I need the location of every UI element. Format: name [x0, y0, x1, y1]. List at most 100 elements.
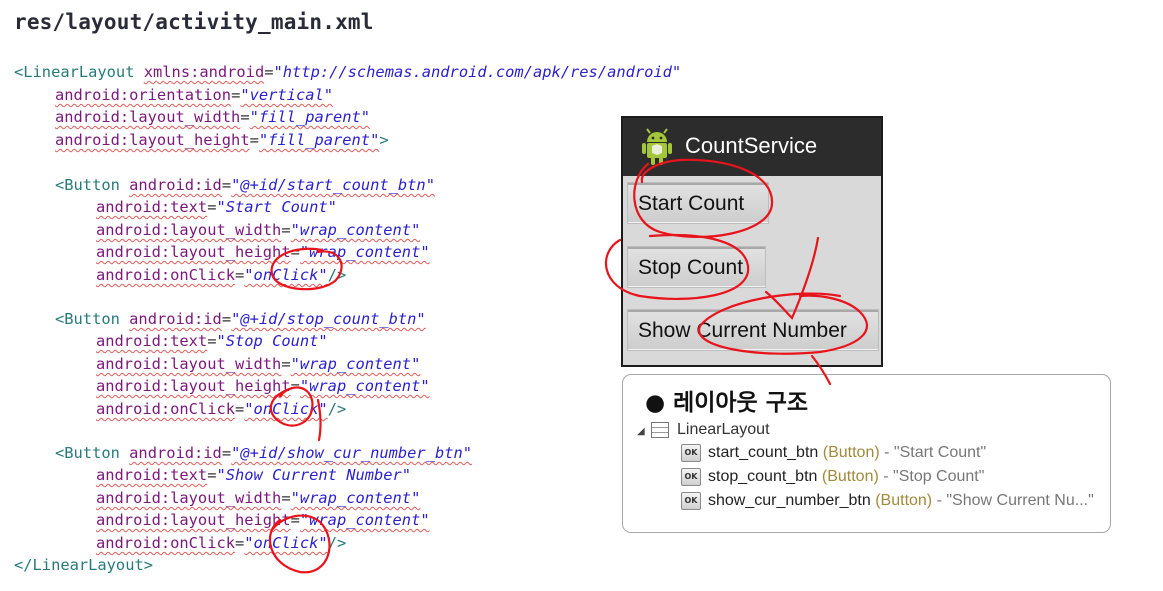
tree-item-text: - "Stop Count"	[878, 468, 985, 486]
equals: =	[235, 534, 245, 552]
attr-name: android:onClick	[96, 400, 235, 418]
equals: =	[290, 511, 300, 529]
attr-value: "wrap_content"	[299, 243, 430, 261]
attr-value: "wrap_content"	[290, 489, 421, 507]
tree-item-name: stop_count_btn	[708, 468, 818, 486]
button-widget-icon: OK	[681, 444, 701, 462]
equals: =	[249, 131, 259, 149]
attr-value: "onClick"	[244, 266, 328, 284]
stop-count-button[interactable]: Stop Count	[627, 246, 766, 288]
attr-value: "wrap_content"	[299, 511, 430, 529]
attr-name: android:id	[129, 444, 222, 462]
tag-close: />	[327, 534, 347, 552]
attr-value: "http://schemas.android.com/apk/res/andr…	[273, 63, 682, 81]
code-line-button-open: <Button android:id="@+id/show_cur_number…	[55, 443, 472, 463]
attr-value: "@+id/start_count_btn"	[231, 176, 435, 194]
tree-item-name: start_count_btn	[708, 444, 819, 462]
attr-name: android:text	[96, 466, 208, 484]
tree-item[interactable]: OK show_cur_number_btn (Button) - "Show C…	[681, 492, 1094, 510]
code-line: android:layout_width="wrap_content"	[96, 354, 420, 374]
tag-name: </LinearLayout>	[14, 556, 153, 574]
code-line: android:orientation="vertical"	[55, 85, 333, 105]
code-line-root-open: <LinearLayout xmlns:android="http://sche…	[14, 62, 681, 82]
attr-value: "@+id/stop_count_btn"	[231, 310, 426, 328]
attr-name: android:layout_height	[96, 511, 291, 529]
attr-value: "vertical"	[240, 86, 334, 104]
attr-value: "Stop Count"	[216, 332, 328, 350]
code-line: android:text="Stop Count"	[96, 331, 328, 351]
attr-value: "Show Current Number"	[216, 466, 412, 484]
file-title: res/layout/activity_main.xml	[14, 10, 374, 34]
code-line: android:text="Show Current Number"	[96, 465, 411, 485]
action-bar: CountService	[623, 118, 881, 176]
tree-item-text: - "Show Current Nu..."	[932, 492, 1094, 510]
code-line: android:layout_height="wrap_content"	[96, 376, 430, 396]
code-line-root-close: </LinearLayout>	[14, 555, 153, 575]
equals: =	[235, 266, 245, 284]
code-line: android:onClick="onClick"/>	[96, 265, 346, 285]
attr-name: android:layout_width	[96, 355, 282, 373]
tree-item-name: show_cur_number_btn	[708, 492, 871, 510]
code-line-button-open: <Button android:id="@+id/start_count_btn…	[55, 175, 435, 195]
attr-value: "wrap_content"	[299, 377, 430, 395]
attr-name: android:layout_width	[55, 108, 241, 126]
equals: =	[240, 108, 250, 126]
tag-name: <Button	[55, 444, 120, 462]
tree-root-linearlayout[interactable]: ◢ LinearLayout	[637, 421, 770, 439]
tag-name: <Button	[55, 310, 120, 328]
tag-name: <Button	[55, 176, 120, 194]
tree-item-type: (Button)	[875, 492, 933, 510]
attr-name: android:text	[96, 332, 208, 350]
tree-item[interactable]: OK start_count_btn (Button) - "Start Coun…	[681, 444, 986, 462]
code-line: android:layout_height="wrap_content"	[96, 242, 430, 262]
button-widget-icon: OK	[681, 492, 701, 510]
tag-close: >	[379, 131, 389, 149]
equals: =	[281, 355, 291, 373]
attr-value: "fill_parent"	[258, 131, 380, 149]
phone-preview: CountService Start Count Stop Count Show…	[621, 116, 883, 367]
code-line: android:layout_width="fill_parent"	[55, 107, 370, 127]
equals: =	[231, 86, 241, 104]
attr-value: "onClick"	[244, 534, 328, 552]
android-app-icon	[642, 128, 672, 165]
tag-close: />	[327, 266, 347, 284]
code-line: android:layout_width="wrap_content"	[96, 220, 420, 240]
tag-close: />	[327, 400, 347, 418]
collapse-arrow-icon[interactable]: ◢	[637, 426, 651, 437]
code-line: android:onClick="onClick"/>	[96, 533, 346, 553]
attr-name: android:id	[129, 310, 222, 328]
attr-name: xmlns:android	[143, 63, 265, 81]
attr-value: "onClick"	[244, 400, 328, 418]
code-line: android:layout_width="wrap_content"	[96, 488, 420, 508]
attr-name: android:layout_width	[96, 489, 282, 507]
attr-name: android:onClick	[96, 266, 235, 284]
tag-name: <LinearLayout	[14, 63, 135, 81]
equals: =	[290, 377, 300, 395]
code-line-button-open: <Button android:id="@+id/stop_count_btn"	[55, 309, 426, 329]
attr-value: "wrap_content"	[290, 355, 421, 373]
attr-name: android:onClick	[96, 534, 235, 552]
tree-item-text: - "Start Count"	[879, 444, 987, 462]
attr-name: android:orientation	[55, 86, 232, 104]
tree-item-type: (Button)	[821, 468, 879, 486]
panel-title: ● 레이아웃 구조	[645, 390, 809, 416]
attr-value: "wrap_content"	[290, 221, 421, 239]
code-line: android:layout_height="wrap_content"	[96, 510, 430, 530]
equals: =	[264, 63, 274, 81]
attr-name: android:layout_height	[96, 377, 291, 395]
equals: =	[235, 400, 245, 418]
equals: =	[290, 243, 300, 261]
equals: =	[281, 221, 291, 239]
equals: =	[221, 444, 232, 462]
tree-item[interactable]: OK stop_count_btn (Button) - "Stop Count"	[681, 468, 984, 486]
equals: =	[281, 489, 291, 507]
show-current-number-button[interactable]: Show Current Number	[627, 309, 879, 351]
button-widget-icon: OK	[681, 468, 701, 486]
equals: =	[221, 310, 232, 328]
start-count-button[interactable]: Start Count	[627, 182, 769, 224]
equals: =	[221, 176, 232, 194]
attr-value: "@+id/show_cur_number_btn"	[231, 444, 473, 462]
attr-value: "fill_parent"	[249, 108, 371, 126]
app-title: CountService	[685, 133, 818, 158]
attr-name: android:layout_height	[96, 243, 291, 261]
